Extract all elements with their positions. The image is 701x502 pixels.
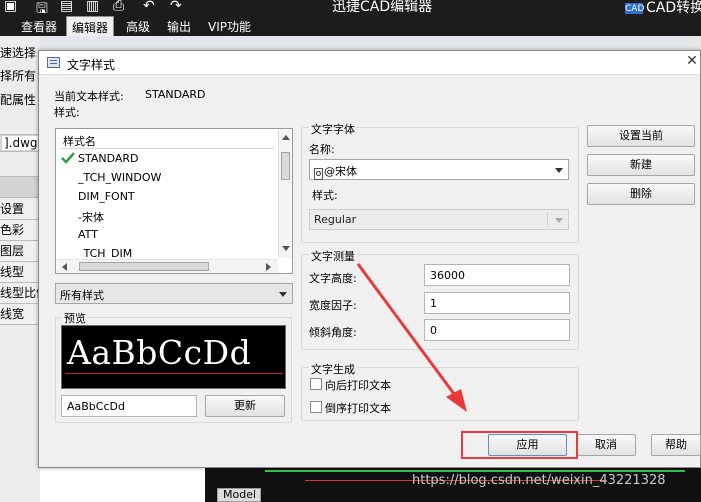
annotation-arrow-icon [356,263,467,412]
